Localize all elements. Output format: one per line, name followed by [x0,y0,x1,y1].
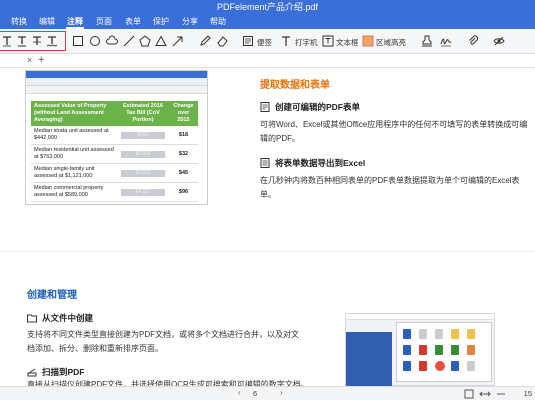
text-squiggly-icon[interactable] [45,34,59,48]
menu-page[interactable]: 页面 [93,15,115,29]
typewriter-label[interactable]: 打字机 [295,37,318,48]
add-tab-icon[interactable]: + [38,54,44,66]
pencil-icon[interactable] [198,34,212,48]
divider [0,251,535,252]
eraser-icon[interactable] [215,34,229,48]
next-page-icon[interactable]: › [280,388,283,397]
polygon-icon[interactable] [138,34,152,48]
subsection-title: 将表单数据导出到Excel [260,157,365,169]
menu-edit[interactable]: 编辑 [36,15,58,29]
text-strikethrough-icon[interactable] [30,34,44,48]
comment-toolbar: 便签 打字机 文本框 区域高亮 [0,29,535,54]
triangle-icon[interactable] [154,34,168,48]
paragraph: 可将Word、Excel或其他Office应用程序中的任何不可填写的表单转换成可… [260,120,528,143]
area-highlight-label[interactable]: 区域高亮 [376,37,406,48]
rectangle-icon[interactable] [71,34,85,48]
menu-share[interactable]: 分享 [179,15,201,29]
cloud-icon[interactable] [105,34,119,48]
circle-icon[interactable] [88,34,102,48]
table-header: Estimated 2016 Tax Bill (CoV Portion) [117,101,169,126]
form-doc-icon [260,102,270,112]
form-field[interactable]: $4,287 [121,188,165,196]
menu-help[interactable]: 帮助 [207,15,229,29]
close-tab-icon[interactable]: × [27,55,32,65]
document-view: Assessed Value of Property (without Land… [0,68,535,386]
zoom-out-icon[interactable] [494,387,508,400]
window-title: PDFelement产品介绍.pdf [216,2,319,12]
folder-icon [27,313,37,323]
section-title-extract: 提取数据和表单 [260,80,330,91]
paragraph: 支持将不同文件类型直接创建为PDF文档，或将多个文档进行合并，以及对文 档添加、… [27,330,299,353]
table-row: Median single-family unit assessed at $1… [31,163,198,183]
table-row: Median commercial property assessed at $… [31,182,198,202]
area-highlight-icon[interactable] [361,34,375,48]
menu-protect[interactable]: 保护 [150,15,172,29]
table-header: Assessed Value of Property (without Land… [31,101,117,126]
subsection-title: 扫描到PDF [27,366,85,378]
scanner-icon [27,367,37,377]
status-bar: ‹ 6 › 15 [0,386,535,400]
typewriter-icon[interactable] [279,34,293,48]
subsection-title: 创建可编辑的PDF表单 [260,101,360,113]
fit-page-icon[interactable] [462,387,476,400]
tax-table: Assessed Value of Property (without Land… [31,101,198,202]
prev-page-icon[interactable]: ‹ [238,388,241,397]
file-explorer-image [345,313,495,386]
tab-bar: × + [0,54,535,68]
textbox-label[interactable]: 文本框 [336,37,359,48]
table-header: Change over 2015 [169,101,198,126]
embedded-doc-image: Assessed Value of Property (without Land… [25,70,208,205]
menu-comment[interactable]: 注释 [64,15,86,29]
zoom-level[interactable]: 15 [524,389,532,398]
section-title-create: 创建和管理 [27,290,77,301]
text-underline-icon[interactable] [15,34,29,48]
fit-width-icon[interactable] [478,387,492,400]
text-highlight-icon[interactable] [0,34,14,48]
export-doc-icon [260,158,270,168]
title-bar: PDFelement产品介绍.pdf [0,0,535,15]
textbox-icon[interactable] [321,34,335,48]
paragraph: 直接从扫描仪创建PDF文件，并选择使用OCR生成可搜索和可编辑的数字文档。 [27,380,309,386]
sticky-note-label[interactable]: 便签 [257,37,272,48]
stamp-icon[interactable] [420,34,434,48]
menu-convert[interactable]: 转换 [8,15,30,29]
attachment-icon[interactable] [466,34,480,48]
hide-comments-icon[interactable] [492,34,506,48]
menu-bar: 转换 编辑 注释 页面 表单 保护 分享 帮助 [0,15,535,29]
menu-form[interactable]: 表单 [122,15,144,29]
subsection-title: 从文件中创建 [27,312,93,324]
paragraph: 在几秒钟内将数百种相同表单的PDF表单数据提取为单个可编辑的Excel表单。 [260,176,520,199]
sticky-note-icon[interactable] [241,34,255,48]
arrow-icon[interactable] [171,34,185,48]
form-field[interactable]: $793 [121,131,165,139]
line-icon[interactable] [122,34,136,48]
table-row: Median strata unit assessed at $442,000 … [31,126,198,145]
page-number[interactable]: 6 [253,389,257,398]
form-field[interactable]: $2,011 [121,169,165,177]
table-row: Median residential unit assessed at $763… [31,144,198,164]
signature-icon[interactable] [439,34,453,48]
form-field[interactable]: $1,605 [121,150,165,158]
